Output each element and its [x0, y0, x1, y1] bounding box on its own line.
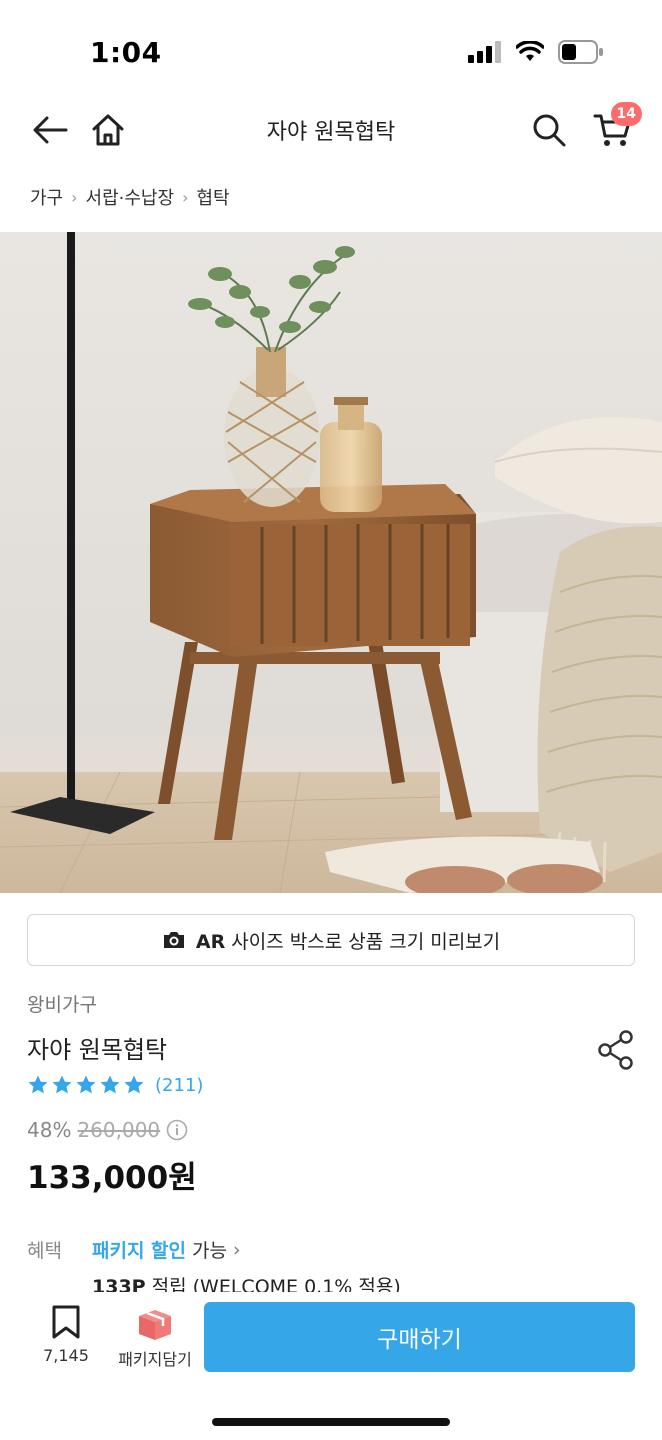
final-price: 133,000원 — [27, 1160, 197, 1196]
battery-icon — [558, 40, 603, 64]
benefit-label: 혜택 — [27, 1240, 62, 1262]
bookmark-icon — [52, 1305, 80, 1339]
original-price: 260,000 — [77, 1118, 161, 1142]
cart-count-badge: 14 — [610, 102, 642, 126]
buy-button[interactable]: 구매하기 — [204, 1302, 635, 1372]
rating[interactable]: (211) — [27, 1074, 203, 1096]
review-count: (211) — [155, 1074, 204, 1096]
package-discount-link[interactable]: 패키지 할인 가능 › — [92, 1236, 241, 1263]
chevron-right-icon: › — [182, 187, 189, 207]
breadcrumb-item[interactable]: 가구 — [30, 184, 63, 210]
ar-label: 사이즈 박스로 상품 크기 미리보기 — [231, 930, 501, 953]
nav-bar: 자야 원목협탁 14 — [0, 100, 662, 160]
gift-box-icon — [139, 1310, 171, 1340]
brand-name[interactable]: 왕비가구 — [27, 990, 97, 1017]
camera-icon — [163, 932, 184, 948]
bookmark-count: 7,145 — [43, 1346, 89, 1365]
points-info: 133P 적립 (WELCOME 0.1% 적용) — [92, 1274, 401, 1292]
search-icon — [533, 114, 566, 147]
breadcrumb-item[interactable]: 협탁 — [196, 184, 229, 210]
star-icon — [52, 1075, 72, 1094]
star-icon — [124, 1075, 144, 1094]
signal-icon — [468, 41, 501, 63]
star-icon — [76, 1075, 96, 1094]
add-to-package-button[interactable]: 패키지담기 — [112, 1306, 198, 1370]
star-icon — [100, 1075, 120, 1094]
discount-rate: 48% — [27, 1118, 72, 1142]
share-icon — [598, 1030, 633, 1070]
product-image[interactable] — [0, 232, 662, 893]
cart-button[interactable]: 14 — [588, 102, 642, 154]
package-discount-suffix: 가능 — [192, 1240, 227, 1262]
info-icon[interactable] — [166, 1119, 188, 1141]
product-title: 자야 원목협탁 — [27, 1036, 168, 1064]
status-icons — [468, 40, 604, 64]
breadcrumb-item[interactable]: 서랍·수납장 — [86, 184, 175, 210]
wifi-icon — [516, 41, 544, 61]
home-indicator — [212, 1418, 450, 1426]
package-label: 패키지담기 — [118, 1350, 192, 1369]
star-icon — [28, 1075, 48, 1094]
price-row: 48% 260,000 — [27, 1118, 188, 1142]
search-button[interactable] — [525, 106, 573, 154]
rating-stars — [27, 1074, 145, 1096]
bookmark-button[interactable]: 7,145 — [38, 1304, 94, 1365]
chevron-right-icon: › — [232, 1238, 241, 1261]
nightstand-photo — [0, 232, 662, 893]
points-text: 적립 (WELCOME 0.1% 적용) — [151, 1276, 401, 1292]
share-button[interactable] — [596, 1028, 636, 1072]
status-bar: 1:04 — [0, 0, 662, 100]
status-time: 1:04 — [90, 36, 162, 69]
points-amount: 133P — [92, 1276, 146, 1292]
ar-size-preview-button[interactable]: AR 사이즈 박스로 상품 크기 미리보기 — [27, 914, 635, 966]
package-discount-label: 패키지 할인 — [92, 1240, 187, 1262]
ar-label-strong: AR — [195, 930, 226, 953]
bottom-action-bar: 7,145 패키지담기 구매하기 — [0, 1292, 662, 1440]
chevron-right-icon: › — [71, 187, 78, 207]
breadcrumb: 가구 › 서랍·수납장 › 협탁 — [30, 184, 230, 210]
